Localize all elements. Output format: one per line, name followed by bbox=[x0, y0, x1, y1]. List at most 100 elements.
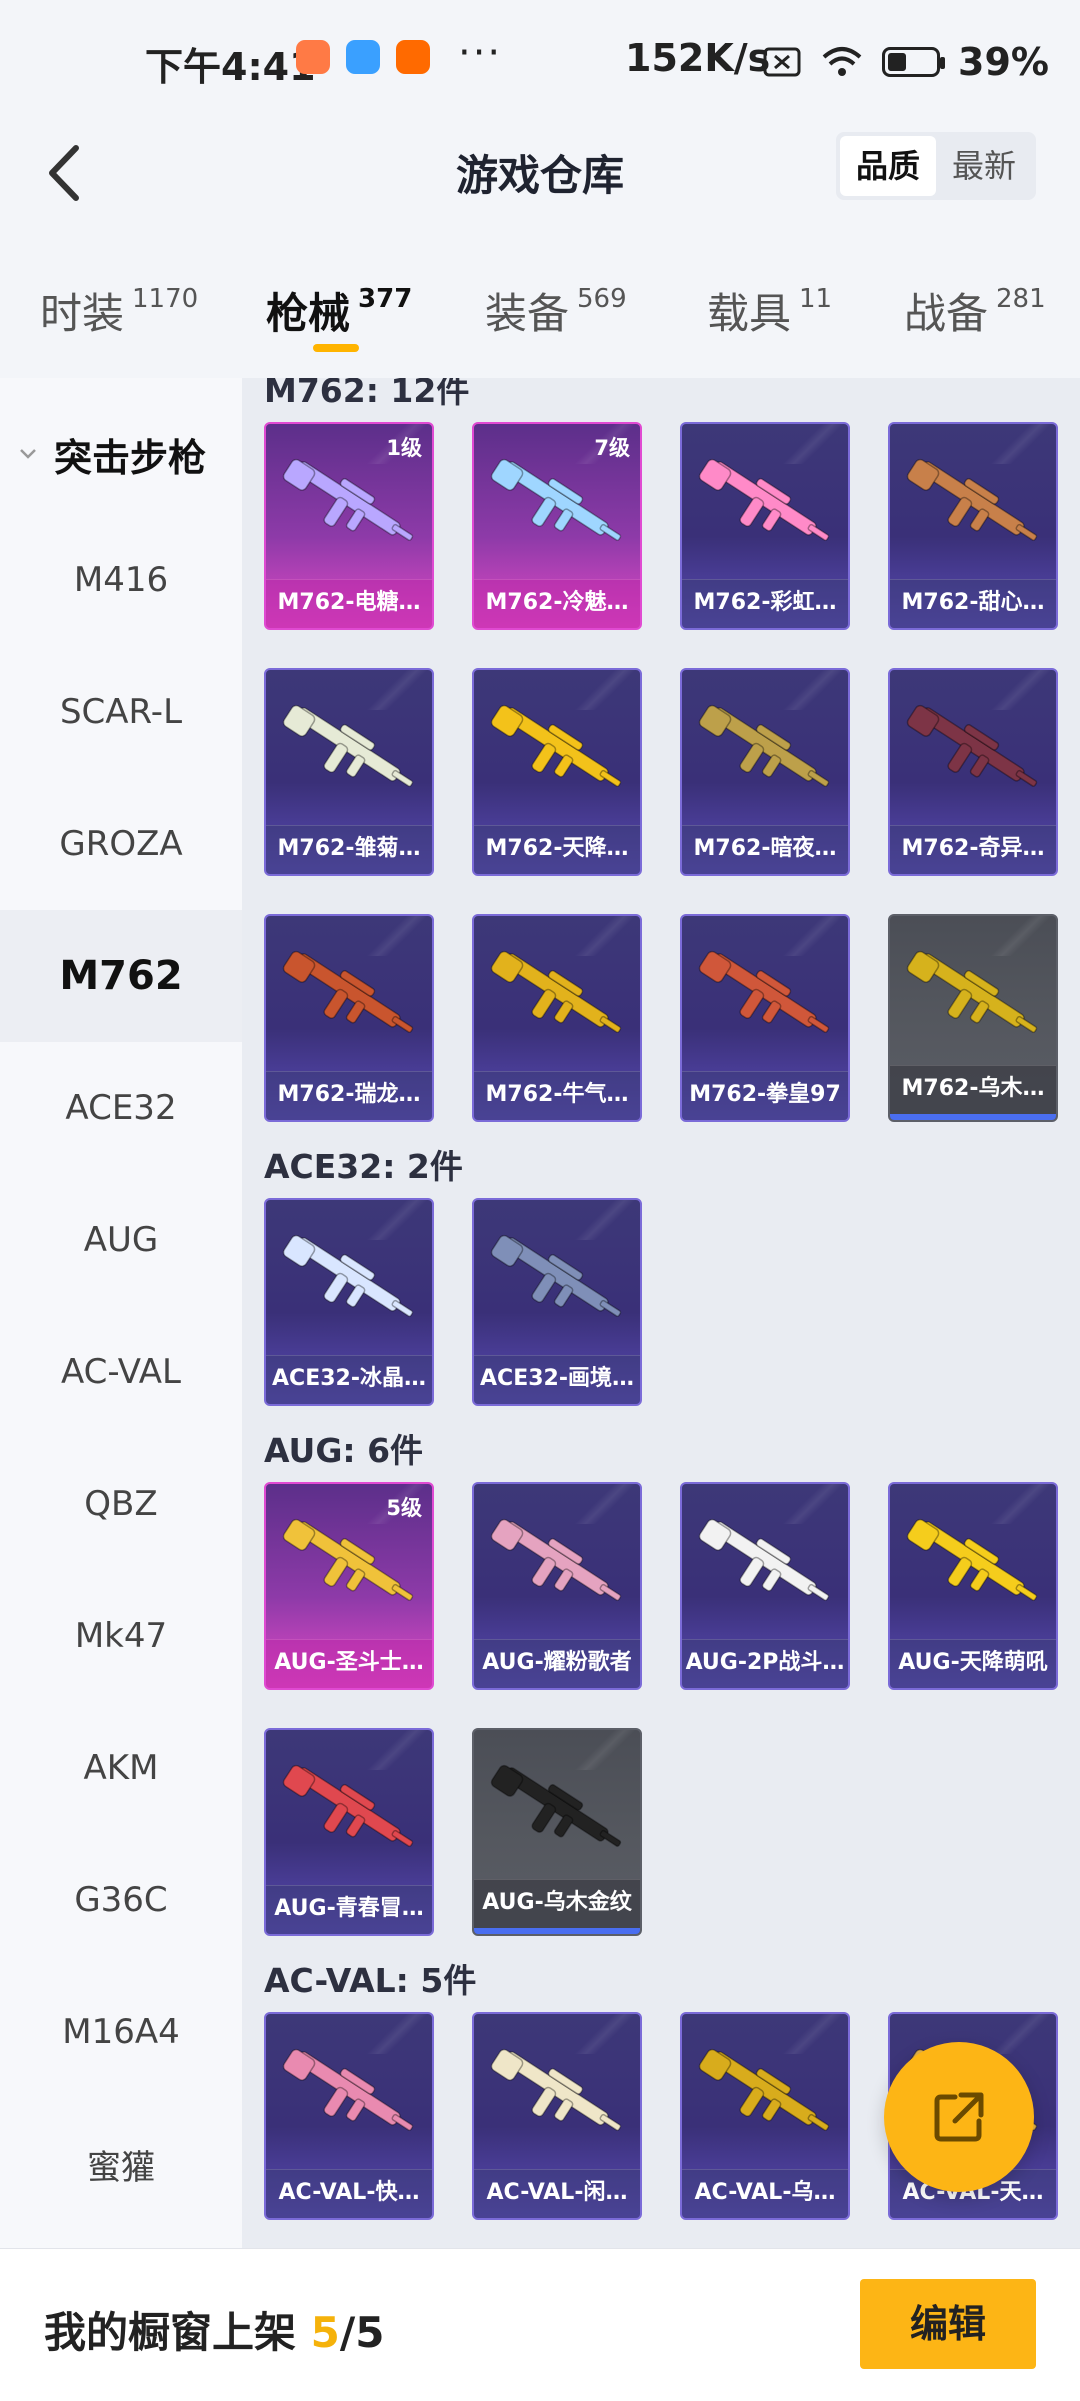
tab-count: 11 bbox=[799, 284, 833, 314]
showcase-bar: 我的橱窗上架 5/5 编辑 bbox=[0, 2248, 1080, 2401]
weapon-skin-card[interactable]: M762-牛气… bbox=[472, 914, 642, 1122]
section-title: ACE32: 2件 bbox=[264, 1147, 463, 1186]
tab-count: 1170 bbox=[132, 284, 199, 314]
weapon-sidebar: 突击步枪 M416 SCAR-L GROZA M762 ACE32 AUG AC-VAL QB… bbox=[0, 378, 242, 2248]
sort-quality-button[interactable]: 品质 bbox=[839, 136, 936, 196]
skin-name: M762-电糖… bbox=[266, 579, 432, 628]
weapon-skin-card[interactable]: ACE32-冰晶… bbox=[264, 1198, 434, 1406]
level-badge: 1级 bbox=[386, 436, 422, 460]
rifle-icon bbox=[282, 950, 414, 1033]
section-title: AC-VAL: 5件 bbox=[264, 1961, 477, 2000]
sidebar-item[interactable]: SCAR-L bbox=[0, 646, 242, 778]
level-badge: 5级 bbox=[386, 1496, 422, 1520]
weapon-skin-card[interactable]: M762-雏菊… bbox=[264, 668, 434, 876]
tab-firearms[interactable]: 枪械 377 bbox=[266, 280, 412, 341]
weapon-skin-card[interactable]: AC-VAL-乌… bbox=[680, 2012, 850, 2220]
rifle-icon bbox=[698, 2048, 830, 2131]
share-button[interactable] bbox=[884, 2042, 1034, 2192]
rifle-icon bbox=[282, 1764, 414, 1847]
network-speed: 152K/s bbox=[625, 36, 771, 80]
skin-name: AUG-圣斗士… bbox=[266, 1639, 432, 1688]
sidebar-item[interactable]: GROZA bbox=[0, 778, 242, 910]
share-external-icon bbox=[934, 2092, 984, 2142]
skin-name: AUG-耀粉歌者 bbox=[474, 1639, 640, 1688]
showcase-current: 5 bbox=[310, 2308, 340, 2357]
tab-costumes[interactable]: 时装 1170 bbox=[40, 280, 198, 341]
skin-name: ACE32-画境… bbox=[474, 1355, 640, 1404]
weapon-skin-card[interactable]: M762-奇异… bbox=[888, 668, 1058, 876]
weapon-skin-card[interactable]: AUG-乌木金纹 bbox=[472, 1728, 642, 1936]
weapon-skin-card[interactable]: M762-暗夜… bbox=[680, 668, 850, 876]
wallet-notification-icon bbox=[346, 40, 380, 74]
skin-name: M762-暗夜… bbox=[682, 825, 848, 874]
weapon-skin-card[interactable]: 1级 M762-电糖… bbox=[264, 422, 434, 630]
tab-count: 281 bbox=[996, 284, 1046, 314]
tab-supplies[interactable]: 战备 281 bbox=[904, 280, 1046, 341]
rifle-icon bbox=[490, 1764, 622, 1847]
tab-label: 枪械 bbox=[266, 289, 351, 338]
sidebar-group-header[interactable]: 突击步枪 bbox=[0, 418, 242, 490]
skin-name: AUG-天降萌吼 bbox=[890, 1639, 1056, 1688]
weapon-skin-card[interactable]: AUG-2P战斗… bbox=[680, 1482, 850, 1690]
sidebar-item[interactable]: M416 bbox=[0, 514, 242, 646]
more-notifications-icon: ··· bbox=[458, 30, 503, 76]
weapon-skin-card[interactable]: AC-VAL-快… bbox=[264, 2012, 434, 2220]
sidebar-item[interactable]: AKM bbox=[0, 1702, 242, 1834]
edit-button[interactable]: 编辑 bbox=[860, 2279, 1036, 2369]
notification-icons bbox=[296, 40, 430, 74]
sidebar-item[interactable]: G36C bbox=[0, 1834, 242, 1966]
weapon-skin-card[interactable]: AUG-天降萌吼 bbox=[888, 1482, 1058, 1690]
sidebar-item[interactable]: AC-VAL bbox=[0, 1306, 242, 1438]
sidebar-item[interactable]: QBZ bbox=[0, 1438, 242, 1570]
skin-name: M762-奇异… bbox=[890, 825, 1056, 874]
sidebar-item[interactable]: 蜜獾 bbox=[0, 2098, 242, 2230]
section-title: M762: 12件 bbox=[264, 378, 470, 410]
skin-name: AUG-乌木金纹 bbox=[474, 1879, 640, 1934]
weapon-skin-card[interactable]: M762-甜心… bbox=[888, 422, 1058, 630]
tab-equipment[interactable]: 装备 569 bbox=[485, 280, 627, 341]
tab-label: 战备 bbox=[904, 289, 989, 338]
skin-name: M762-甜心… bbox=[890, 579, 1056, 628]
weapon-skin-card[interactable]: M762-瑞龙… bbox=[264, 914, 434, 1122]
sidebar-item[interactable]: AUG bbox=[0, 1174, 242, 1306]
rifle-icon bbox=[906, 704, 1038, 787]
weapon-skin-card[interactable]: M762-彩虹… bbox=[680, 422, 850, 630]
skin-name: AC-VAL-闲… bbox=[474, 2169, 640, 2218]
skin-name: AUG-2P战斗… bbox=[682, 1639, 848, 1688]
weapon-skin-card[interactable]: M762-天降… bbox=[472, 668, 642, 876]
rifle-icon bbox=[906, 458, 1038, 541]
section-title: AUG: 6件 bbox=[264, 1431, 424, 1470]
level-badge: 7级 bbox=[594, 436, 630, 460]
skin-name: M762-拳皇97 bbox=[682, 1071, 848, 1120]
page-header: 游戏仓库 品质 最新 bbox=[0, 120, 1080, 230]
weapon-skin-card[interactable]: AC-VAL-闲… bbox=[472, 2012, 642, 2220]
rifle-icon bbox=[906, 1518, 1038, 1601]
wifi-icon bbox=[822, 47, 862, 76]
weapon-skin-card[interactable]: 5级 AUG-圣斗士… bbox=[264, 1482, 434, 1690]
status-time: 下午4:41 bbox=[145, 45, 316, 89]
weapon-skin-card[interactable]: ACE32-画境… bbox=[472, 1198, 642, 1406]
sidebar-item[interactable]: Mk47 bbox=[0, 1570, 242, 1702]
skin-name: M762-雏菊… bbox=[266, 825, 432, 874]
weapon-skin-card[interactable]: AUG-耀粉歌者 bbox=[472, 1482, 642, 1690]
rifle-icon bbox=[698, 704, 830, 787]
weapon-skin-card[interactable]: M762-拳皇97 bbox=[680, 914, 850, 1122]
sidebar-item[interactable]: M762 bbox=[0, 910, 242, 1042]
showcase-label: 我的橱窗上架 bbox=[44, 2308, 297, 2357]
showcase-total: /5 bbox=[339, 2308, 385, 2357]
skin-name: M762-牛气… bbox=[474, 1071, 640, 1120]
skin-name: AC-VAL-快… bbox=[266, 2169, 432, 2218]
sort-newest-button[interactable]: 最新 bbox=[936, 136, 1032, 196]
sidebar-item[interactable]: M16A4 bbox=[0, 1966, 242, 2098]
weapon-skin-card[interactable]: AUG-青春冒… bbox=[264, 1728, 434, 1936]
chevron-down-icon bbox=[20, 449, 36, 459]
sidebar-item[interactable]: ACE32 bbox=[0, 1042, 242, 1174]
weapon-skin-card[interactable]: M762-乌木… bbox=[888, 914, 1058, 1122]
weapon-skin-card[interactable]: 7级 M762-冷魅… bbox=[472, 422, 642, 630]
tab-label: 时装 bbox=[40, 289, 125, 338]
tab-vehicles[interactable]: 载具 11 bbox=[707, 280, 832, 341]
rifle-icon bbox=[698, 458, 830, 541]
rifle-icon bbox=[906, 950, 1038, 1033]
skin-name: AUG-青春冒… bbox=[266, 1885, 432, 1934]
rifle-icon bbox=[490, 1518, 622, 1601]
